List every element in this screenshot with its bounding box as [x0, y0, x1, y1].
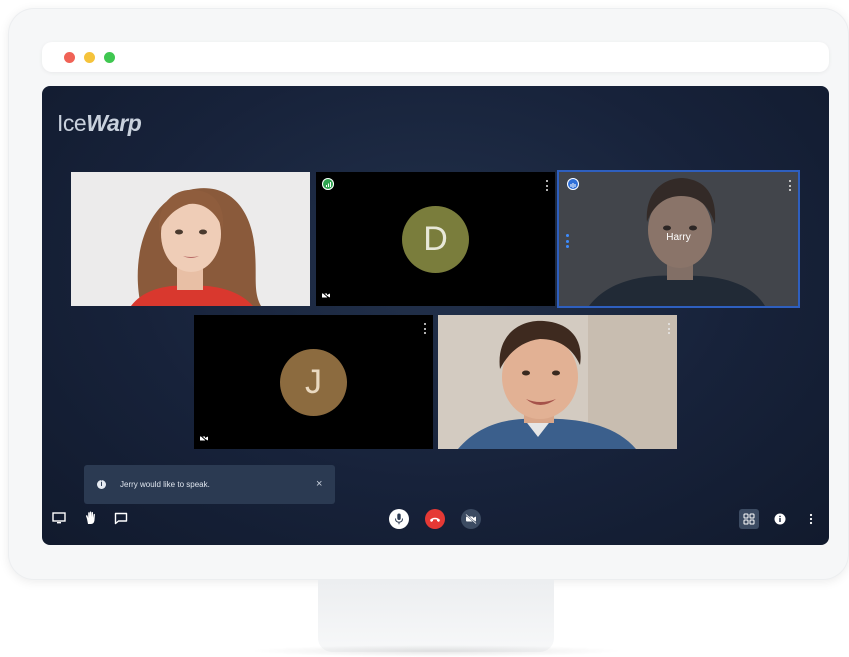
microphone-button[interactable]: [389, 509, 409, 529]
participant-video-woman: [71, 172, 310, 306]
camera-off-icon: [465, 514, 477, 524]
participant-tile-5[interactable]: [438, 315, 677, 449]
tile-menu-icon[interactable]: [668, 323, 671, 334]
notification-message: Jerry would like to speak.: [120, 480, 210, 489]
participant-avatar: J: [280, 349, 347, 416]
app-logo: IceWarp: [57, 110, 142, 136]
participant-video-man: [438, 315, 677, 449]
avatar-initial: D: [423, 220, 448, 258]
participant-tile-2[interactable]: D: [316, 172, 555, 306]
info-icon: i: [97, 480, 106, 489]
microphone-icon: [395, 513, 403, 525]
chat-icon[interactable]: [112, 509, 130, 527]
close-window-dot[interactable]: [64, 52, 75, 63]
monitor-stand: [318, 580, 554, 652]
notification-toast: i Jerry would like to speak. ×: [84, 465, 335, 504]
hang-up-button[interactable]: [425, 509, 445, 529]
participant-tile-1[interactable]: [71, 172, 310, 306]
tile-menu-icon[interactable]: [424, 323, 427, 334]
grid-layout-button[interactable]: [739, 509, 759, 529]
tile-menu-icon[interactable]: [546, 180, 549, 191]
tile-menu-icon[interactable]: [789, 180, 792, 191]
avatar-initial: J: [305, 363, 322, 401]
maximize-window-dot[interactable]: [104, 52, 115, 63]
camera-off-icon: [321, 291, 331, 300]
participant-tile-3[interactable]: Harry: [559, 172, 798, 306]
close-icon[interactable]: ×: [316, 478, 322, 490]
camera-toggle-button[interactable]: [461, 509, 481, 529]
stand-shadow: [248, 645, 624, 657]
raise-hand-icon[interactable]: [82, 509, 100, 527]
participant-name: Harry: [666, 232, 691, 243]
minimize-window-dot[interactable]: [84, 52, 95, 63]
participant-avatar: D: [402, 206, 469, 273]
signal-icon: [322, 178, 334, 190]
more-vertical-icon[interactable]: [802, 510, 820, 528]
info-icon[interactable]: [771, 510, 789, 528]
window-titlebar: [42, 42, 829, 72]
participant-tile-4[interactable]: J: [194, 315, 433, 449]
grid-layout-icon: [743, 513, 755, 525]
camera-off-icon: [199, 434, 209, 443]
meeting-screen: IceWarp D Harry J i Jerry would like to …: [42, 86, 829, 545]
speaker-icon: [567, 178, 579, 190]
hang-up-icon: [430, 517, 440, 522]
screen-share-icon[interactable]: [50, 509, 68, 527]
